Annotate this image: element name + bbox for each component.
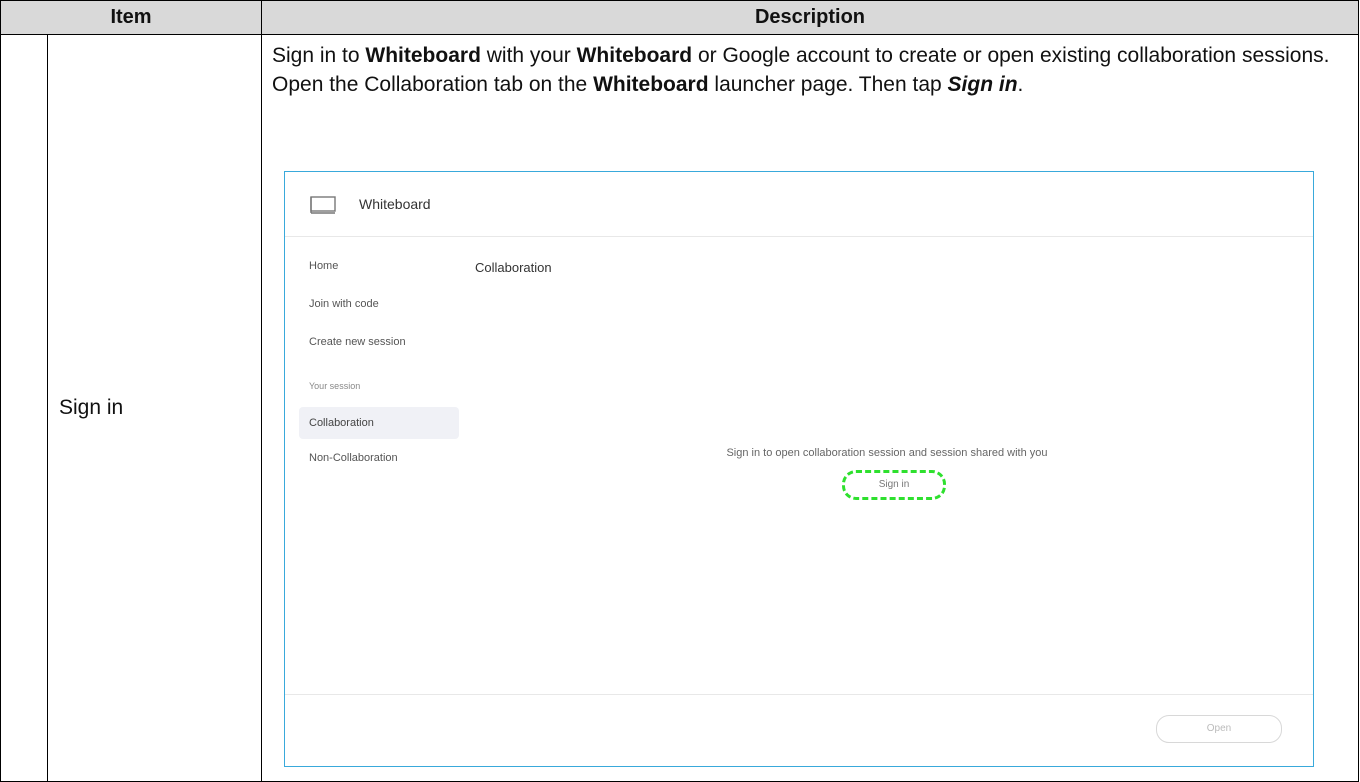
header-description: Description <box>261 0 1359 35</box>
app-titlebar: Whiteboard <box>285 172 1313 237</box>
header-item: Item <box>0 0 262 35</box>
whiteboard-term: Whiteboard <box>593 73 709 96</box>
item-cell: Sign in <box>47 34 262 782</box>
whiteboard-term: Whiteboard <box>576 44 693 67</box>
whiteboard-screenshot: Whiteboard Home Join with code Create ne… <box>284 171 1314 767</box>
empty-cell <box>0 34 48 782</box>
monitor-icon <box>309 195 337 220</box>
sidebar-item-join-with-code[interactable]: Join with code <box>299 288 459 320</box>
sidebar-item-create-new-session[interactable]: Create new session <box>299 326 459 358</box>
sidebar-item-non-collaboration[interactable]: Non-Collaboration <box>299 442 459 474</box>
sidebar-section-your-session: Your session <box>309 381 361 391</box>
description-table: Item Description Sign in Sign in to Whit… <box>0 0 1359 782</box>
table-header-row: Item Description <box>0 0 1359 35</box>
sign-in-button[interactable]: Sign in <box>842 470 946 500</box>
content-title: Collaboration <box>475 260 552 275</box>
description-text: Sign in to Whiteboard with your Whiteboa… <box>272 44 1330 96</box>
item-label: Sign in <box>59 396 124 419</box>
whiteboard-term: Whiteboard <box>365 44 481 67</box>
sidebar-item-collaboration[interactable]: Collaboration <box>299 407 459 439</box>
table-row: Sign in Sign in to Whiteboard with your … <box>0 34 1359 782</box>
open-button[interactable]: Open <box>1156 715 1282 743</box>
sign-in-term: Sign in <box>947 73 1018 96</box>
sign-in-message: Sign in to open collaboration session an… <box>726 447 1048 459</box>
description-cell: Sign in to Whiteboard with your Whiteboa… <box>261 34 1359 782</box>
footer-divider <box>285 694 1313 695</box>
app-title: Whiteboard <box>359 196 431 212</box>
sidebar-item-home[interactable]: Home <box>299 250 459 282</box>
